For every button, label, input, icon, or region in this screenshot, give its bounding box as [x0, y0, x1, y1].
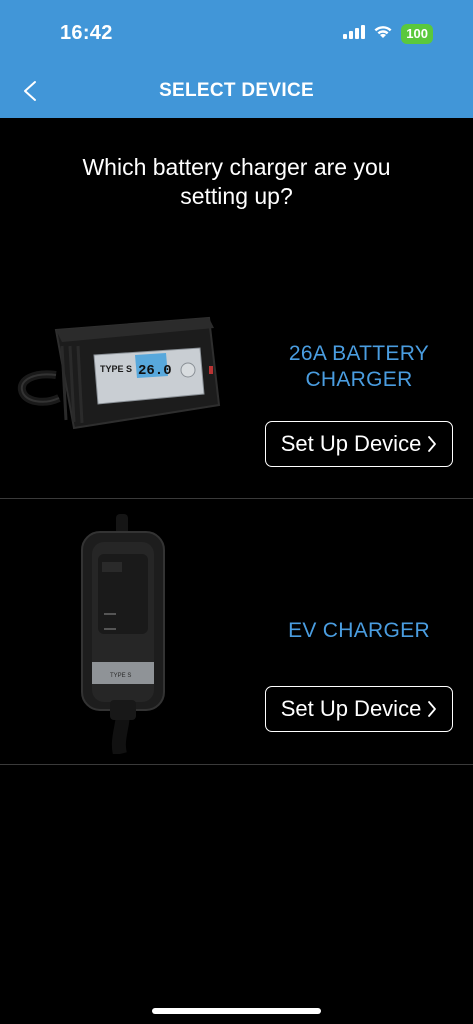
chevron-right-icon: [428, 701, 437, 717]
device-name-ev-charger: EV CHARGER: [288, 619, 430, 642]
setup-button-label: Set Up Device: [280, 696, 422, 721]
page-title: SELECT DEVICE: [159, 80, 314, 101]
set-up-ev-charger-button[interactable]: Set Up Device: [265, 686, 453, 732]
charger-display-reading: 26.0: [138, 363, 172, 379]
set-up-battery-charger-button[interactable]: Set Up Device: [265, 421, 453, 467]
home-indicator[interactable]: [152, 1008, 321, 1014]
device-name-battery-charger: 26A BATTERY CHARGER: [288, 342, 430, 391]
device-row-ev-charger: TYPE S EV CHARGER Set Up Device: [0, 499, 473, 765]
chevron-right-icon: [428, 436, 437, 452]
battery-charger-image: 26.0 TYPE S: [14, 310, 234, 435]
device-row-battery-charger: 26.0 TYPE S 26A BATTERY CHARGER Set Up D…: [0, 280, 473, 499]
status-icons: 100: [343, 24, 433, 44]
ev-charger-brand-label: TYPE S: [110, 673, 131, 679]
charger-brand-label: TYPE S: [100, 364, 132, 374]
setup-question: Which battery charger are you setting up…: [82, 154, 391, 209]
app-header: 16:42 100 SELECT DEVICE: [0, 0, 473, 118]
signal-icon: [343, 24, 366, 44]
wifi-icon: [373, 24, 393, 44]
setup-button-label: Set Up Device: [280, 431, 422, 456]
ev-charger-image: TYPE S: [76, 514, 171, 759]
status-time: 16:42: [60, 22, 113, 44]
battery-level-badge: 100: [401, 24, 433, 44]
